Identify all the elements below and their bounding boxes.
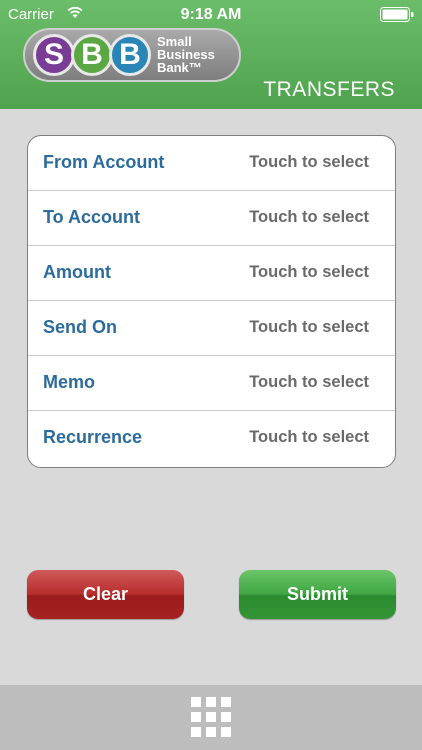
sbb-logo: S B B Small Business Bank™ [23,28,241,82]
logo-text-line3: Bank™ [157,60,202,75]
transfer-form: From Account Touch to select To Account … [27,135,396,468]
header: Carrier 9:18 AM S B B Small Business Ban… [0,0,422,109]
bottom-bar [0,685,422,750]
page-title: TRANSFERS [263,78,395,101]
row-value: Touch to select [249,428,369,446]
row-value: Touch to select [249,318,369,336]
clock: 9:18 AM [180,6,242,23]
row-label: Recurrence [43,427,143,447]
logo-letter-s: S [33,34,75,76]
status-bar: Carrier 9:18 AM [0,0,422,30]
submit-button[interactable]: Submit [239,570,396,619]
row-label: From Account [43,152,165,172]
grid-icon[interactable] [191,697,231,737]
clear-button[interactable]: Clear [27,570,184,619]
row-label: Send On [43,317,118,337]
form-row-amount[interactable]: Amount Touch to select [28,246,395,301]
row-label: Amount [43,262,111,282]
row-value: Touch to select [249,373,369,391]
row-label: To Account [43,207,140,227]
row-label: Memo [43,372,96,392]
logo-letter-b2: B [109,34,151,76]
logo-text: Small Business Bank™ [157,35,215,74]
form-row-from-account[interactable]: From Account Touch to select [28,136,395,191]
form-row-recurrence[interactable]: Recurrence Touch to select [28,411,395,467]
form-row-send-on[interactable]: Send On Touch to select [28,301,395,356]
logo-letter-b1: B [71,34,113,76]
form-row-memo[interactable]: Memo Touch to select [28,356,395,411]
form-row-to-account[interactable]: To Account Touch to select [28,191,395,246]
row-value: Touch to select [249,208,369,226]
battery-icon [380,7,414,22]
row-value: Touch to select [249,153,369,171]
row-value: Touch to select [249,263,369,281]
